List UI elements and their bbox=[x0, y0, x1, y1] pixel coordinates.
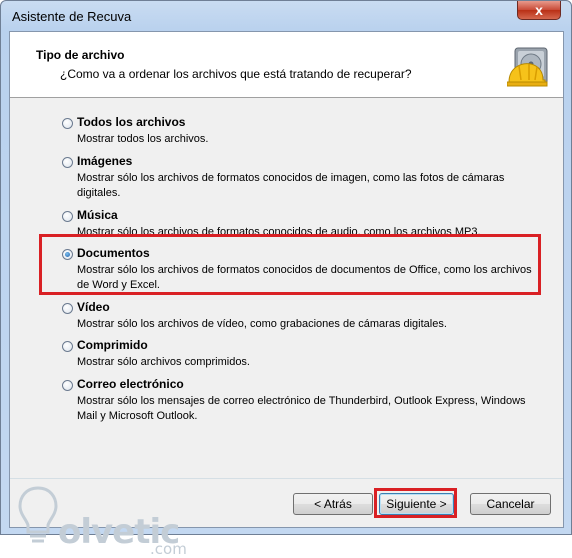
close-button[interactable]: x bbox=[517, 1, 561, 20]
title-bar[interactable]: Asistente de Recuva x bbox=[1, 1, 571, 31]
radio-video[interactable] bbox=[62, 303, 73, 314]
radio-imagenes[interactable] bbox=[62, 157, 73, 168]
option-description: Mostrar sólo los mensajes de correo elec… bbox=[77, 395, 526, 422]
option-label: Vídeo bbox=[77, 300, 110, 314]
cancel-button[interactable]: Cancelar bbox=[470, 493, 551, 515]
hard-drive-helmet-icon bbox=[507, 47, 548, 87]
lightbulb-icon bbox=[18, 486, 58, 543]
radio-todos[interactable] bbox=[62, 118, 73, 129]
close-icon: x bbox=[535, 2, 543, 18]
option-description: Mostrar sólo archivos comprimidos. bbox=[77, 356, 250, 368]
radio-musica[interactable] bbox=[62, 211, 73, 222]
documentos-highlight-box bbox=[39, 234, 541, 295]
option-label: Imágenes bbox=[77, 154, 133, 168]
step-subtitle: ¿Como va a ordenar los archivos que está… bbox=[60, 67, 412, 81]
option-description: Mostrar sólo los archivos de vídeo, como… bbox=[77, 318, 447, 330]
watermark-domain: .com bbox=[150, 540, 187, 558]
window-title: Asistente de Recuva bbox=[12, 9, 132, 24]
step-title: Tipo de archivo bbox=[36, 48, 125, 62]
option-label: Música bbox=[77, 208, 118, 222]
option-label: Todos los archivos bbox=[77, 115, 186, 129]
next-button-highlight-box bbox=[374, 488, 457, 518]
option-description: Mostrar todos los archivos. bbox=[77, 133, 209, 145]
option-description: Mostrar sólo los archivos de formatos co… bbox=[77, 172, 505, 199]
option-label: Comprimido bbox=[77, 338, 148, 352]
back-button[interactable]: < Atrás bbox=[293, 493, 373, 515]
recuva-wizard-window: Asistente de Recuva x Tipo de archivo ¿C… bbox=[0, 0, 572, 558]
radio-comprimido[interactable] bbox=[62, 341, 73, 352]
wizard-header: Tipo de archivo ¿Como va a ordenar los a… bbox=[10, 32, 563, 98]
option-label: Correo electrónico bbox=[77, 377, 184, 391]
solvetic-watermark: olvetic .com bbox=[16, 484, 216, 558]
radio-correo[interactable] bbox=[62, 380, 73, 391]
footer-divider bbox=[10, 478, 563, 479]
